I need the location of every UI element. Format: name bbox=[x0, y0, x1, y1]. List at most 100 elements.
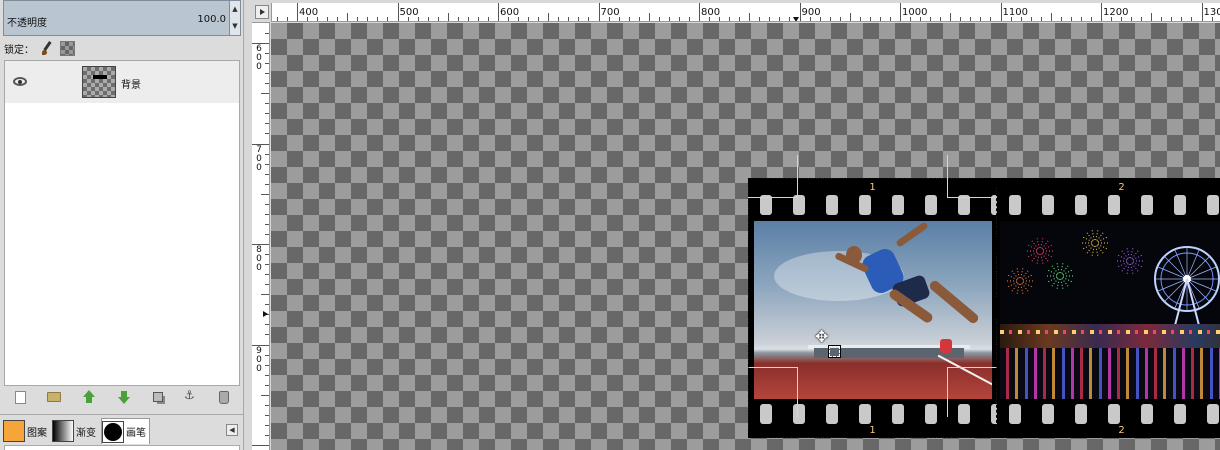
spin-down-button[interactable]: ▼ bbox=[230, 18, 240, 35]
lock-pixels-brush-icon[interactable] bbox=[40, 41, 54, 55]
delete-layer-icon[interactable] bbox=[219, 390, 230, 404]
frame-number-top: 1 bbox=[869, 182, 876, 193]
ruler-tick bbox=[261, 93, 269, 95]
ruler-tick bbox=[769, 17, 771, 21]
sprocket-hole bbox=[1207, 195, 1219, 215]
ruler-tick bbox=[265, 173, 269, 175]
spin-up-button[interactable]: ▲ bbox=[230, 1, 240, 18]
frame-number-bottom: 2 bbox=[1118, 425, 1125, 436]
ruler-tick bbox=[588, 17, 590, 21]
ruler-tick bbox=[297, 3, 298, 21]
tab-menu-button[interactable]: ◀ bbox=[226, 424, 238, 436]
ruler-tick bbox=[265, 153, 269, 155]
ruler-tick bbox=[265, 274, 269, 276]
tab-gradients[interactable]: 渐变 bbox=[52, 418, 99, 444]
ruler-tick bbox=[1131, 17, 1133, 21]
layer-row[interactable]: 背景 bbox=[5, 61, 239, 103]
ruler-tick bbox=[678, 17, 680, 21]
ruler-tick bbox=[437, 17, 439, 21]
sprocket-hole bbox=[1042, 195, 1054, 215]
ruler-tick bbox=[1101, 3, 1102, 21]
ruler-tick bbox=[1060, 17, 1062, 21]
ruler-tick bbox=[276, 17, 278, 21]
quick-mask-toggle[interactable] bbox=[255, 5, 269, 19]
ruler-tick bbox=[357, 17, 359, 21]
sprocket-hole bbox=[925, 195, 937, 215]
ruler-label: 900 bbox=[256, 345, 262, 374]
ruler-tick bbox=[265, 83, 269, 85]
sprocket-hole bbox=[958, 195, 970, 215]
ruler-tick bbox=[1070, 17, 1072, 21]
ruler-label: 400 bbox=[299, 7, 319, 18]
horizontal-ruler[interactable]: 400 500 600 700 800 900 1000 1100 1200 1300 bbox=[271, 3, 1220, 22]
ruler-tick bbox=[265, 103, 269, 105]
ruler-tick bbox=[261, 294, 269, 296]
ruler-tick bbox=[528, 17, 530, 21]
opacity-label: 不透明度 bbox=[7, 18, 47, 29]
ruler-tick bbox=[789, 17, 791, 21]
track-line bbox=[937, 354, 992, 390]
layers-dock: 不透明度 100.0 ▲ ▼ 锁定： 背景 ⚓ 图案 渐变 画笔 ◀ bbox=[0, 0, 244, 450]
sprocket-hole bbox=[925, 404, 937, 424]
tab-brushes[interactable]: 画笔 bbox=[101, 418, 150, 444]
ruler-tick bbox=[548, 13, 550, 21]
ruler-tick bbox=[265, 133, 269, 135]
sprocket-hole bbox=[1174, 195, 1186, 215]
ruler-label: 1300 bbox=[1203, 7, 1220, 18]
opacity-value: 100.0 bbox=[197, 14, 226, 25]
sprocket-hole bbox=[892, 195, 904, 215]
runner-leg bbox=[927, 278, 981, 326]
runner-head bbox=[846, 246, 862, 264]
lock-label: 锁定： bbox=[4, 44, 34, 56]
ruler-tick bbox=[829, 17, 831, 21]
brush-panel-content bbox=[4, 445, 240, 450]
ruler-tick bbox=[628, 17, 630, 21]
ruler-label: 800 bbox=[256, 245, 262, 273]
lower-layer-icon[interactable] bbox=[117, 390, 131, 404]
move-target-marker bbox=[828, 345, 841, 358]
ruler-tick bbox=[558, 17, 560, 21]
ruler-tick bbox=[1141, 17, 1143, 21]
new-layer-icon[interactable] bbox=[14, 390, 26, 404]
guide-line bbox=[797, 367, 798, 417]
ruler-tick bbox=[265, 384, 269, 386]
ruler-label: 900 bbox=[801, 7, 821, 18]
ruler-tick bbox=[265, 53, 269, 55]
opacity-spinscale[interactable]: 不透明度 100.0 ▲ ▼ bbox=[3, 0, 241, 36]
ruler-tick bbox=[377, 17, 379, 21]
ruler-tick bbox=[839, 17, 841, 21]
ruler-tick bbox=[327, 17, 329, 21]
ruler-tick bbox=[688, 17, 690, 21]
sprocket-hole bbox=[826, 404, 838, 424]
ruler-tick bbox=[265, 203, 269, 205]
vertical-ruler[interactable]: 600 700 800 900 bbox=[252, 22, 270, 450]
ruler-tick bbox=[779, 17, 781, 21]
anchor-layer-icon[interactable] bbox=[184, 388, 198, 404]
ruler-tick bbox=[347, 13, 349, 21]
new-layer-group-icon[interactable] bbox=[46, 392, 61, 402]
duplicate-layer-icon[interactable] bbox=[152, 392, 163, 402]
tab-patterns[interactable]: 图案 bbox=[3, 418, 50, 444]
ruler-tick bbox=[1181, 17, 1183, 21]
ruler-tick bbox=[889, 17, 891, 21]
ruler-tick bbox=[1040, 17, 1042, 21]
runner-arm bbox=[895, 221, 929, 248]
guide-line bbox=[947, 197, 997, 198]
vertical-pointer-marker bbox=[263, 311, 268, 317]
ruler-tick bbox=[849, 13, 851, 21]
transparent-canvas[interactable]: 1 1 2 2 ✥ bbox=[271, 23, 1220, 450]
ruler-tick bbox=[1050, 13, 1052, 21]
tab-label: 图案 bbox=[27, 427, 47, 439]
eye-icon[interactable] bbox=[13, 77, 27, 86]
ruler-label: 700 bbox=[600, 7, 620, 18]
ruler-tick bbox=[261, 193, 269, 195]
ruler-tick bbox=[568, 17, 570, 21]
ruler-tick bbox=[970, 17, 972, 21]
sprocket-hole bbox=[1108, 195, 1120, 215]
lock-alpha-checker-icon[interactable] bbox=[60, 40, 75, 56]
raise-layer-icon[interactable] bbox=[82, 390, 96, 404]
brush-swatch-icon bbox=[102, 420, 124, 443]
pattern-swatch-icon bbox=[3, 420, 25, 442]
sprocket-hole bbox=[1207, 404, 1219, 424]
gradient-swatch-icon bbox=[52, 420, 74, 442]
